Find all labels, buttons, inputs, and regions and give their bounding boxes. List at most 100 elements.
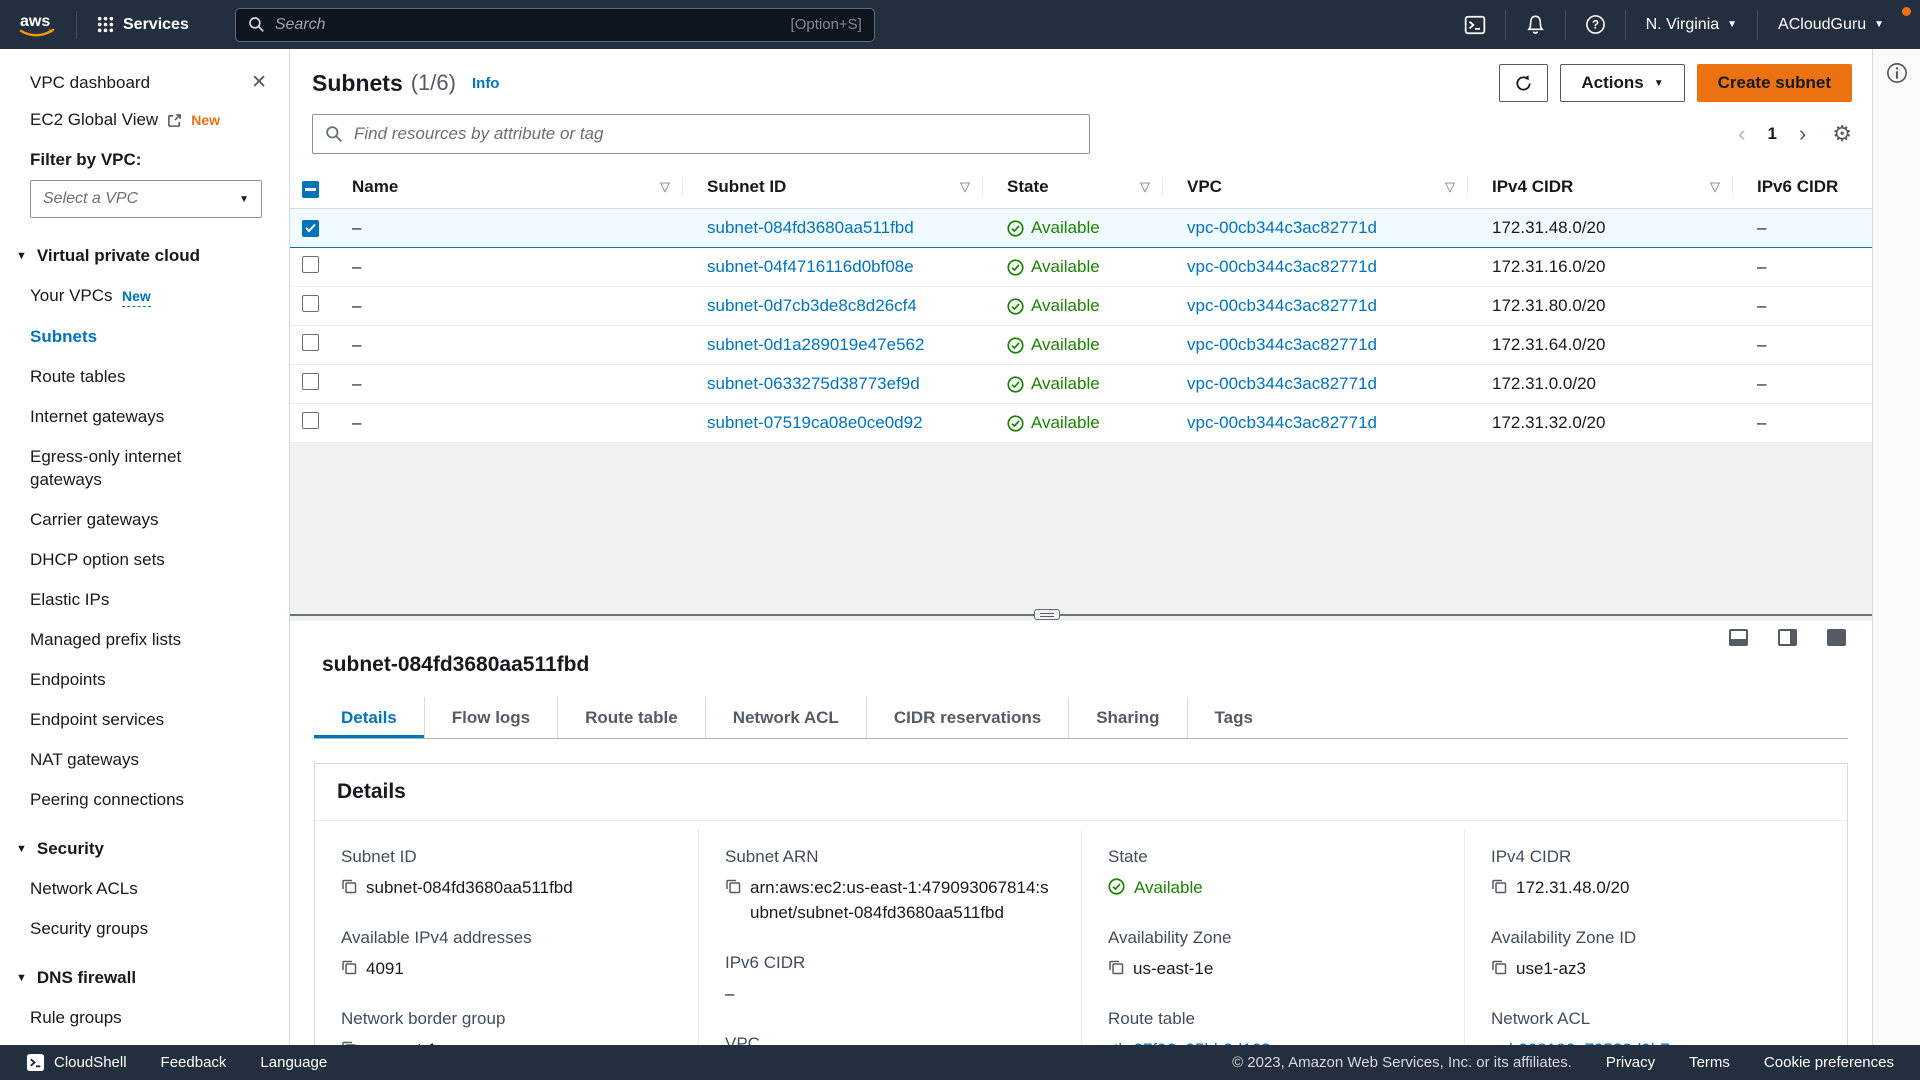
vpc-link[interactable]: vpc-00cb344c3ac82771d [1187,335,1377,354]
feedback-link[interactable]: Feedback [161,1054,227,1071]
column-header-ipv6-cidr[interactable]: IPv6 CIDR [1757,177,1838,197]
terms-link[interactable]: Terms [1689,1054,1730,1071]
services-menu-button[interactable]: Services [91,16,195,34]
row-checkbox[interactable] [302,373,319,390]
column-header-name[interactable]: Name [352,177,398,197]
subnet-id-link[interactable]: subnet-07519ca08e0ce0d92 [707,413,923,432]
route-table-link[interactable]: rtb-07f96e05bb2d163ee [1108,1037,1290,1045]
subnet-id-link[interactable]: subnet-0633275d38773ef9d [707,374,920,393]
copy-icon[interactable] [341,1040,357,1045]
copy-icon[interactable] [725,878,741,894]
row-checkbox[interactable] [302,412,319,429]
panel-position-bottom-icon[interactable] [1729,629,1748,646]
subnet-id-link[interactable]: subnet-084fd3680aa511fbd [707,218,914,237]
actions-button[interactable]: Actions ▼ [1560,64,1684,102]
panel-position-side-icon[interactable] [1778,629,1797,646]
info-circle-icon[interactable] [1886,62,1908,84]
vpc-link[interactable]: vpc-00cb344c3ac82771d [1187,374,1377,393]
cell-ipv4-cidr: 172.31.48.0/20 [1480,209,1745,248]
tab-tags[interactable]: Tags [1187,697,1280,738]
column-header-subnet-id[interactable]: Subnet ID [707,177,786,197]
tab-details[interactable]: Details [314,697,424,738]
section-security[interactable]: ▼ Security [0,839,289,859]
column-header-state[interactable]: State [1007,177,1049,197]
resource-filter-box[interactable] [312,114,1090,154]
tab-network-acl[interactable]: Network ACL [705,697,866,738]
filter-triangle-icon[interactable]: ▽ [1710,179,1720,195]
create-subnet-button[interactable]: Create subnet [1697,64,1852,102]
section-virtual-private-cloud[interactable]: ▼ Virtual private cloud [0,246,289,266]
sidebar-item-vpc-dashboard[interactable]: VPC dashboard [30,73,150,93]
privacy-link[interactable]: Privacy [1606,1054,1655,1071]
region-selector[interactable]: N. Virginia ▼ [1626,16,1757,34]
sidebar-item-ec2-global-view[interactable]: EC2 Global View [30,110,158,130]
select-all-checkbox[interactable] [302,181,319,198]
cloudshell-footer-button[interactable]: CloudShell [26,1053,127,1072]
column-header-ipv4-cidr[interactable]: IPv4 CIDR [1492,177,1573,197]
tab-route-table[interactable]: Route table [557,697,705,738]
notifications-button[interactable] [1506,14,1565,35]
table-settings-gear-icon[interactable]: ⚙ [1832,121,1852,147]
aws-logo-icon[interactable]: aws [16,10,58,40]
copy-icon[interactable] [1491,959,1507,975]
sidebar-item-nat-gateways[interactable]: NAT gateways [0,748,289,771]
split-panel-drag-handle[interactable] [1034,609,1060,620]
vpc-link[interactable]: vpc-00cb344c3ac82771d [1187,413,1377,432]
tab-cidr-reservations[interactable]: CIDR reservations [866,697,1068,738]
sidebar-item-subnets[interactable]: Subnets [0,325,289,348]
cookie-preferences-link[interactable]: Cookie preferences [1764,1054,1894,1071]
filter-triangle-icon[interactable]: ▽ [1445,179,1455,195]
copy-icon[interactable] [341,878,357,894]
vpc-select-dropdown[interactable]: Select a VPC ▼ [30,180,262,218]
sidebar-item-endpoint-services[interactable]: Endpoint services [0,708,289,731]
vpc-link[interactable]: vpc-00cb344c3ac82771d [1187,296,1377,315]
resource-filter-input[interactable] [354,124,1077,144]
row-checkbox[interactable] [302,295,319,312]
sidebar-item-security-groups[interactable]: Security groups [0,917,289,940]
filter-triangle-icon[interactable]: ▽ [660,179,670,195]
copy-icon[interactable] [1491,878,1507,894]
sidebar-item-your-vpcs[interactable]: Your VPCs New [0,284,289,308]
next-page-button[interactable]: › [1799,123,1806,145]
sidebar-item-peering-connections[interactable]: Peering connections [0,788,289,811]
copy-icon[interactable] [341,959,357,975]
row-checkbox[interactable] [302,256,319,273]
sidebar-item-route-tables[interactable]: Route tables [0,365,289,388]
previous-page-button[interactable]: ‹ [1738,123,1745,145]
sidebar-item-egress-only-internet-gateways[interactable]: Egress-only internet gateways [0,445,289,491]
search-input[interactable] [275,16,781,34]
split-panel-divider[interactable] [290,614,1872,621]
tab-flow-logs[interactable]: Flow logs [424,697,557,738]
subnet-id-link[interactable]: subnet-0d7cb3de8c8d26cf4 [707,296,917,315]
subnet-id-link[interactable]: subnet-04f4716116d0bf08e [707,257,914,276]
sidebar-item-internet-gateways[interactable]: Internet gateways [0,405,289,428]
subnet-id-link[interactable]: subnet-0d1a289019e47e562 [707,335,924,354]
sidebar-item-endpoints[interactable]: Endpoints [0,668,289,691]
section-dns-firewall[interactable]: ▼ DNS firewall [0,968,289,988]
info-link[interactable]: Info [472,75,500,92]
sidebar-item-dhcp-option-sets[interactable]: DHCP option sets [0,548,289,571]
sidebar-item-carrier-gateways[interactable]: Carrier gateways [0,508,289,531]
tab-sharing[interactable]: Sharing [1068,697,1186,738]
filter-triangle-icon[interactable]: ▽ [960,179,970,195]
panel-maximize-icon[interactable] [1827,629,1846,646]
sidebar-item-network-acls[interactable]: Network ACLs [0,877,289,900]
network-acl-link[interactable]: acl-008186a70532d9b7e [1491,1037,1679,1045]
cloudshell-button[interactable] [1445,14,1505,36]
column-header-vpc[interactable]: VPC [1187,177,1222,197]
row-checkbox[interactable] [302,334,319,351]
sidebar-close-icon[interactable]: ✕ [251,71,267,94]
vpc-link[interactable]: vpc-00cb344c3ac82771d [1187,218,1377,237]
sidebar-item-elastic-ips[interactable]: Elastic IPs [0,588,289,611]
refresh-button[interactable] [1499,64,1548,102]
language-link[interactable]: Language [260,1054,327,1071]
sidebar-item-rule-groups[interactable]: Rule groups [0,1006,289,1029]
help-button[interactable]: ? [1566,14,1625,35]
vpc-link[interactable]: vpc-00cb344c3ac82771d [1187,257,1377,276]
row-checkbox[interactable] [302,220,319,237]
copy-icon[interactable] [1108,959,1124,975]
filter-triangle-icon[interactable]: ▽ [1140,179,1150,195]
sidebar-item-managed-prefix-lists[interactable]: Managed prefix lists [0,628,289,651]
account-menu[interactable]: ACloudGuru ▼ [1758,16,1904,34]
global-search-box[interactable]: [Option+S] [235,8,875,42]
